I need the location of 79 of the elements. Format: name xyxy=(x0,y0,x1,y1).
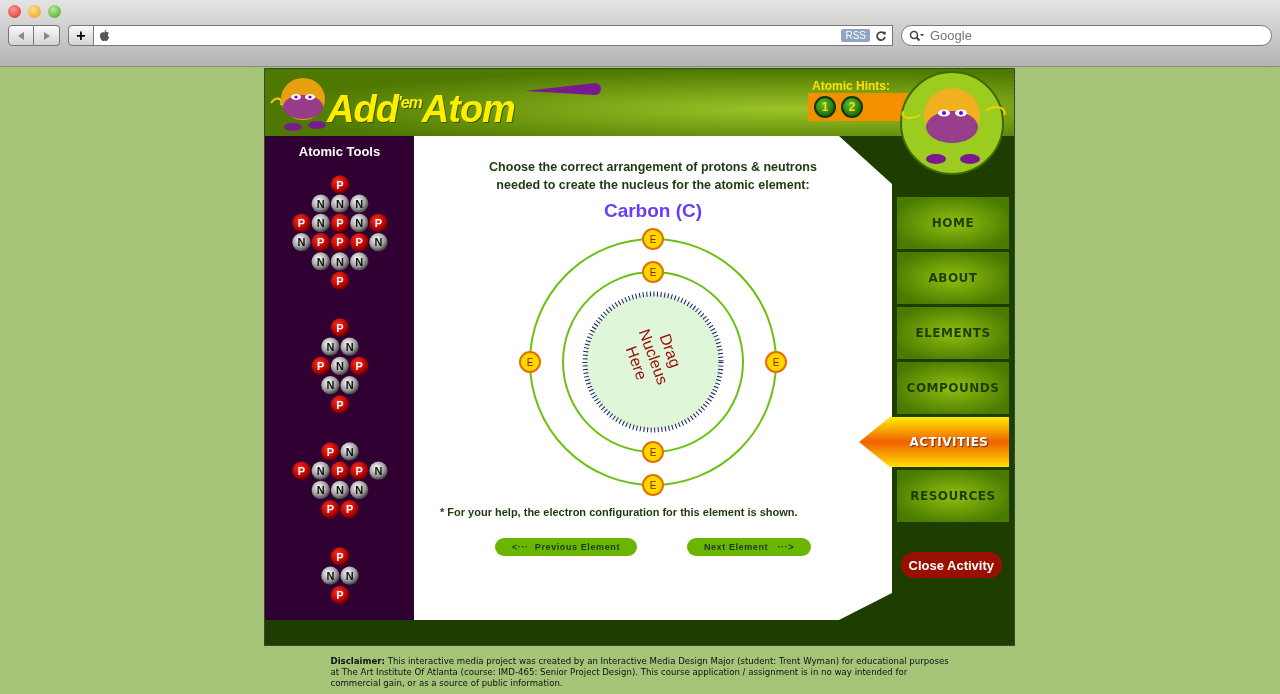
proton-ball[interactable]: P xyxy=(311,233,330,252)
neutron-ball[interactable]: N xyxy=(320,566,340,585)
search-field[interactable]: Google xyxy=(901,25,1272,46)
electron-marker: E xyxy=(642,228,664,250)
neutron-ball[interactable]: N xyxy=(349,213,368,233)
neutron-ball[interactable]: N xyxy=(320,337,340,356)
disclaimer-text: Disclaimer: This interactive media project was created by an Interactive Media Design Major (student: Trent Wyman) for educational purposes at The Art Institute Of Atlanta (course: IMD-465: Senior Project Design). This course application / assignment is in no way intended for commercial gain, or as a source of public information. xyxy=(330,656,950,689)
add-bookmark-button[interactable]: + xyxy=(68,25,94,46)
neutron-ball[interactable]: N xyxy=(320,376,340,395)
electron-marker: E xyxy=(642,261,664,283)
proton-ball[interactable]: P xyxy=(368,213,388,233)
previous-element-button[interactable]: <··· Previous Element xyxy=(495,538,637,556)
neutron-ball[interactable]: N xyxy=(339,566,359,585)
help-note: * For your help, the electron configuration for this element is shown. xyxy=(439,506,798,518)
next-element-button[interactable]: Next Element ···> xyxy=(687,538,811,556)
proton-ball[interactable]: P xyxy=(291,213,311,233)
proton-ball[interactable]: P xyxy=(339,500,359,519)
search-icon xyxy=(909,30,925,42)
proton-ball[interactable]: P xyxy=(330,318,349,337)
logo-text: Add$^{'em}$Atom xyxy=(327,87,515,132)
element-name: Carbon (C) xyxy=(603,200,703,222)
proton-ball[interactable]: P xyxy=(330,271,349,290)
close-window-icon[interactable] xyxy=(8,5,21,18)
close-activity-button[interactable]: Close Activity xyxy=(900,552,1002,578)
proton-ball[interactable]: P xyxy=(349,356,368,376)
nav-button[interactable]: COMPOUNDS xyxy=(897,362,1009,414)
neutron-ball[interactable]: N xyxy=(339,337,359,356)
nav-button[interactable]: ELEMENTS xyxy=(897,307,1009,359)
neutron-ball[interactable]: N xyxy=(330,252,349,271)
proton-ball[interactable]: P xyxy=(330,213,349,233)
proton-ball[interactable]: P xyxy=(291,461,311,480)
neutron-ball[interactable]: N xyxy=(330,194,349,213)
nav-button[interactable]: ABOUT xyxy=(897,252,1009,304)
neutron-ball[interactable]: N xyxy=(330,480,349,500)
neutron-ball[interactable]: N xyxy=(311,480,330,500)
electron-marker: E xyxy=(642,441,664,463)
hints-label: Atomic Hints: xyxy=(811,79,891,93)
neutron-ball[interactable]: N xyxy=(339,376,359,395)
proton-ball[interactable]: P xyxy=(330,233,349,252)
neutron-ball[interactable]: N xyxy=(311,252,330,271)
electron-marker: E xyxy=(519,351,541,373)
neutron-ball[interactable]: N xyxy=(291,233,311,252)
apple-icon xyxy=(99,29,110,42)
reload-icon[interactable] xyxy=(875,29,887,42)
proton-ball[interactable]: P xyxy=(330,395,349,414)
back-button[interactable] xyxy=(8,25,34,46)
proton-ball[interactable]: P xyxy=(349,461,368,480)
neutron-ball[interactable]: N xyxy=(311,213,330,233)
instructions-text: Choose the correct arrangement of protons & neutrons needed to create the nucleus for the atomic element: xyxy=(488,159,818,194)
nav-button[interactable]: RESOURCES xyxy=(897,470,1009,522)
nucleus-drop-zone[interactable] xyxy=(582,291,724,433)
neutron-ball[interactable]: N xyxy=(311,194,330,213)
proton-ball[interactable]: P xyxy=(320,500,340,519)
proton-ball[interactable]: P xyxy=(330,585,349,604)
neutron-ball[interactable]: N xyxy=(311,461,330,480)
nav-button[interactable]: HOME xyxy=(897,197,1009,249)
nav-button[interactable]: ACTIVITIES xyxy=(859,417,1009,467)
proton-ball[interactable]: P xyxy=(330,546,349,566)
address-field[interactable]: RSS xyxy=(93,25,893,46)
neutron-ball[interactable]: N xyxy=(349,252,368,271)
right-triangle-icon xyxy=(41,30,52,41)
neutron-ball[interactable]: N xyxy=(330,356,349,376)
drop-zone-label: Drag Nucleus Here xyxy=(621,325,686,389)
neutron-ball[interactable]: N xyxy=(349,194,368,213)
sidebar-title: Atomic Tools xyxy=(298,144,381,159)
proton-ball[interactable]: P xyxy=(330,461,349,480)
proton-ball[interactable]: P xyxy=(320,442,340,461)
neutron-ball[interactable]: N xyxy=(368,461,388,480)
left-triangle-icon xyxy=(16,30,26,41)
proton-ball[interactable]: P xyxy=(349,233,368,252)
proton-ball[interactable]: P xyxy=(311,356,330,376)
electron-marker: E xyxy=(642,474,664,496)
electron-marker: E xyxy=(765,351,787,373)
neutron-ball[interactable]: N xyxy=(368,233,388,252)
proton-ball[interactable]: P xyxy=(330,175,349,194)
forward-button[interactable] xyxy=(34,25,60,46)
neutron-ball[interactable]: N xyxy=(339,442,359,461)
neutron-ball[interactable]: N xyxy=(349,480,368,500)
rss-badge[interactable]: RSS xyxy=(841,29,870,42)
